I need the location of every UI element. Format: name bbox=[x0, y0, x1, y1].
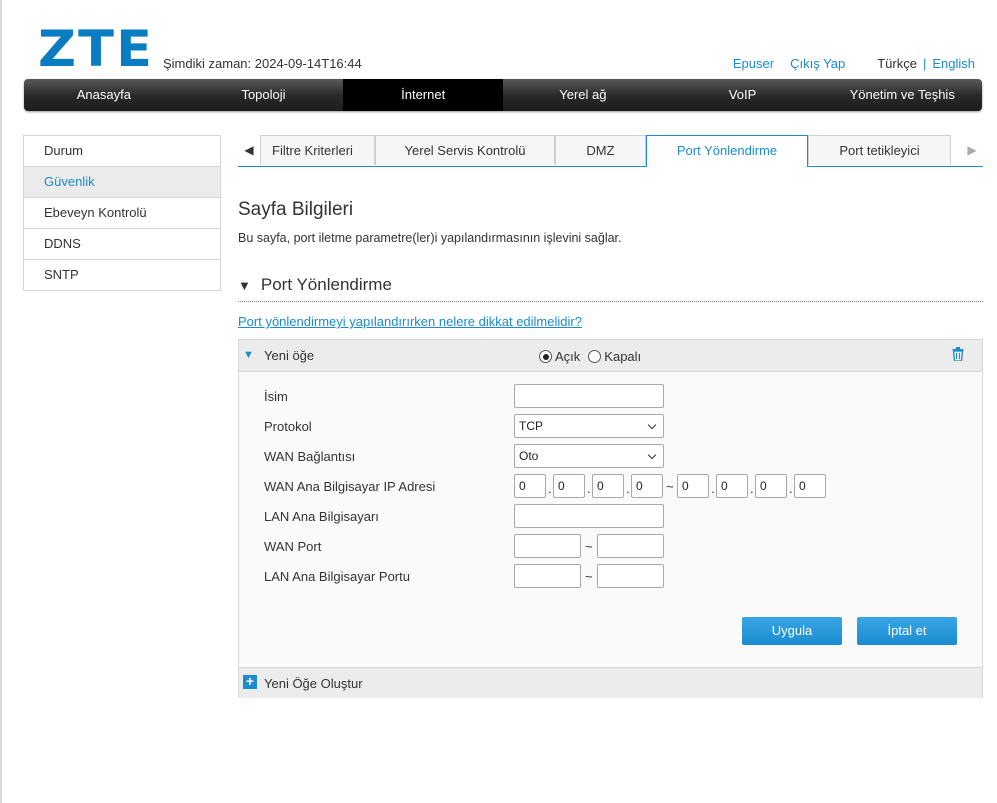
wan-ip-end-octet-1[interactable]: 0 bbox=[677, 474, 709, 498]
section-title: Port Yönlendirme bbox=[260, 275, 392, 294]
lan-port-start-input[interactable] bbox=[514, 564, 581, 588]
user-link[interactable]: Epuser bbox=[733, 56, 774, 71]
nav-topoloji[interactable]: Topoloji bbox=[184, 79, 344, 111]
logout-link[interactable]: Çıkış Yap bbox=[790, 56, 845, 71]
sidebar-item-guvenlik[interactable]: Güvenlik bbox=[24, 167, 220, 198]
new-item-panel: ▼ Yeni öğe Açık Kapalı İsim Protokol TCP… bbox=[238, 339, 983, 698]
help-link[interactable]: Port yönlendirmeyi yapılandırırken neler… bbox=[238, 314, 582, 329]
wan-ip-end-octet-3[interactable]: 0 bbox=[755, 474, 787, 498]
sidebar-item-durum[interactable]: Durum bbox=[24, 136, 220, 167]
section-divider bbox=[238, 301, 983, 302]
zte-logo: ZTE bbox=[38, 20, 155, 78]
create-new-label: Yeni Öğe Oluştur bbox=[264, 676, 363, 691]
trash-icon[interactable] bbox=[952, 347, 964, 361]
protocol-select[interactable]: TCP bbox=[514, 414, 664, 438]
wan-port-label: WAN Port bbox=[264, 539, 322, 554]
sidebar-item-sntp[interactable]: SNTP bbox=[24, 260, 220, 291]
nav-anasayfa[interactable]: Anasayfa bbox=[24, 79, 184, 111]
wan-ip-end-octet-2[interactable]: 0 bbox=[716, 474, 748, 498]
wan-port-start-input[interactable] bbox=[514, 534, 581, 558]
radio-on-label: Açık bbox=[555, 349, 581, 364]
current-time: Şimdiki zaman: 2024-09-14T16:44 bbox=[163, 56, 362, 71]
radio-on[interactable] bbox=[539, 350, 552, 363]
lang-turkish[interactable]: Türkçe bbox=[877, 56, 917, 71]
wan-ip-start-octet-2[interactable]: 0 bbox=[553, 474, 585, 498]
nav-internet[interactable]: İnternet bbox=[343, 79, 504, 111]
page-title: Sayfa Bilgileri bbox=[238, 199, 354, 220]
nav-yonetim[interactable]: Yönetim ve Teşhis bbox=[822, 79, 982, 111]
tab-port-yonlendirme[interactable]: Port Yönlendirme bbox=[646, 135, 808, 167]
apply-button[interactable]: Uygula bbox=[742, 617, 842, 645]
radio-off-label: Kapalı bbox=[604, 349, 642, 364]
nav-voip[interactable]: VoIP bbox=[663, 79, 823, 111]
tab-port-tetikleyici[interactable]: Port tetikleyici bbox=[808, 135, 951, 165]
enable-radio-group: Açık Kapalı bbox=[539, 349, 649, 364]
protocol-label: Protokol bbox=[264, 419, 312, 434]
wan-ip-end-octet-4[interactable]: 0 bbox=[794, 474, 826, 498]
page-description: Bu sayfa, port iletme parametre(ler)i ya… bbox=[238, 231, 622, 245]
wan-ip-start-octet-1[interactable]: 0 bbox=[514, 474, 546, 498]
plus-icon[interactable]: + bbox=[243, 674, 257, 689]
tab-bar: ◀ Filtre Kriterleri Yerel Servis Kontrol… bbox=[238, 135, 983, 167]
tab-filtre-kriterleri[interactable]: Filtre Kriterleri bbox=[260, 135, 375, 165]
sidebar: Durum Güvenlik Ebeveyn Kontrolü DDNS SNT… bbox=[23, 135, 221, 291]
lang-separator: | bbox=[922, 56, 927, 71]
name-input[interactable] bbox=[514, 384, 664, 408]
cancel-button[interactable]: İptal et bbox=[857, 617, 957, 645]
tab-scroll-left-icon[interactable]: ◀ bbox=[238, 135, 260, 166]
collapse-triangle-icon: ▼ bbox=[238, 278, 251, 293]
lan-port-label: LAN Ana Bilgisayar Portu bbox=[264, 569, 410, 584]
lan-host-input[interactable] bbox=[514, 504, 664, 528]
wan-ip-label: WAN Ana Bilgisayar IP Adresi bbox=[264, 479, 436, 494]
tab-scroll-right-icon[interactable]: ▶ bbox=[961, 135, 983, 166]
wan-connection-select[interactable]: Oto bbox=[514, 444, 664, 468]
sidebar-item-ddns[interactable]: DDNS bbox=[24, 229, 220, 260]
wan-ip-start-octet-3[interactable]: 0 bbox=[592, 474, 624, 498]
main-nav: Anasayfa Topoloji İnternet Yerel ağ VoIP… bbox=[24, 79, 982, 111]
top-links: Epuser Çıkış Yap Türkçe | English bbox=[733, 56, 975, 71]
sidebar-item-ebeveyn[interactable]: Ebeveyn Kontrolü bbox=[24, 198, 220, 229]
wan-port-end-input[interactable] bbox=[597, 534, 664, 558]
nav-yerel-ag[interactable]: Yerel ağ bbox=[503, 79, 663, 111]
panel-title: Yeni öğe bbox=[264, 348, 315, 363]
lan-port-end-input[interactable] bbox=[597, 564, 664, 588]
name-label: İsim bbox=[264, 389, 288, 404]
create-new-row[interactable]: + Yeni Öğe Oluştur bbox=[239, 667, 982, 698]
tab-yerel-servis[interactable]: Yerel Servis Kontrolü bbox=[375, 135, 555, 165]
panel-header: ▼ Yeni öğe Açık Kapalı bbox=[239, 340, 982, 372]
radio-off[interactable] bbox=[588, 350, 602, 363]
tab-dmz[interactable]: DMZ bbox=[555, 135, 646, 165]
section-header[interactable]: ▼ Port Yönlendirme bbox=[238, 275, 392, 295]
expand-triangle-icon[interactable]: ▼ bbox=[243, 349, 254, 361]
left-border bbox=[0, 0, 2, 803]
lang-english[interactable]: English bbox=[932, 56, 975, 71]
wan-ip-start-octet-4[interactable]: 0 bbox=[631, 474, 663, 498]
wan-connection-label: WAN Bağlantısı bbox=[264, 449, 356, 464]
lan-host-label: LAN Ana Bilgisayarı bbox=[264, 509, 379, 524]
